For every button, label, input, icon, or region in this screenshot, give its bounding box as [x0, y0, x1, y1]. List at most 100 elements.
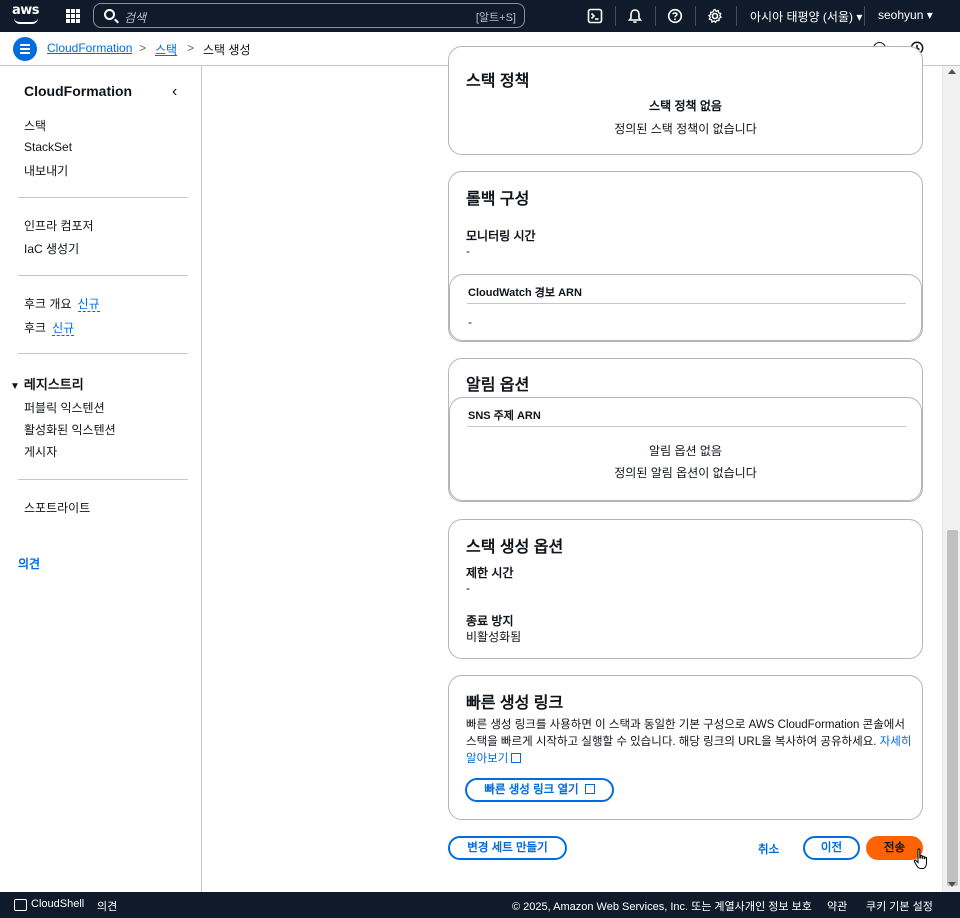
stack-creation-options-title: 스택 생성 옵션 [466, 539, 564, 556]
sidebar-divider [18, 353, 188, 354]
new-badge: 신규 [77, 297, 100, 312]
timeout-label: 제한 시간 [466, 566, 514, 580]
search-shortcut: [알트+S] [475, 12, 516, 24]
footer-terms-link[interactable]: 약관 [827, 898, 847, 914]
footer-privacy-link[interactable]: 개인 정보 보호 [745, 898, 812, 914]
top-navigation: aws 검색 [알트+S] 아시아 태평양 (서울) ▾ seohyun ▾ [0, 0, 960, 32]
monitoring-time-label: 모니터링 시간 [466, 229, 536, 243]
side-navigation-toggle[interactable] [13, 37, 37, 61]
create-change-set-button[interactable]: 변경 세트 만들기 [448, 836, 567, 860]
search-placeholder: 검색 [124, 11, 147, 25]
external-link-icon [511, 753, 522, 763]
stack-policy-title: 스택 정책 [466, 73, 530, 90]
stack-creation-options-card: 스택 생성 옵션 제한 시간 - 종료 방지 비활성화됨 [448, 519, 923, 659]
page-scrollbar[interactable] [942, 66, 960, 892]
notification-options-title: 알림 옵션 [466, 377, 530, 394]
sidebar-item-hooks[interactable]: 후크 신규 [24, 319, 75, 336]
sidebar-item-activated-extensions[interactable]: 활성화된 익스텐션 [24, 421, 116, 438]
cloudwatch-alarm-table: CloudWatch 경보 ARN - [449, 274, 922, 341]
breadcrumb-stacks[interactable]: 스택 [155, 41, 177, 58]
notification-empty-title: 알림 옵션 없음 [649, 444, 722, 458]
quick-create-link-description: 빠른 생성 링크를 사용하면 이 스택과 동일한 기본 구성으로 AWS Clo… [466, 717, 912, 768]
notification-empty-desc: 정의된 알림 옵션이 없습니다 [614, 466, 757, 480]
hand-pointer-cursor-icon [913, 848, 927, 869]
nav-divider [864, 6, 865, 26]
search-icon [104, 9, 115, 20]
sns-topic-table: SNS 주제 ARN 알림 옵션 없음 정의된 알림 옵션이 없습니다 [449, 397, 922, 501]
sidebar-title[interactable]: CloudFormation [24, 83, 132, 99]
stack-policy-empty-title: 스택 정책 없음 [649, 99, 722, 113]
quick-create-desc-text: 빠른 생성 링크를 사용하면 이 스택과 동일한 기본 구성으로 AWS Clo… [466, 719, 905, 748]
sidebar-item-iac-generator[interactable]: IaC 생성기 [24, 240, 79, 257]
search-input[interactable]: 검색 [알트+S] [93, 3, 525, 28]
breadcrumb-current: 스택 생성 [203, 43, 251, 57]
nav-divider [615, 6, 616, 26]
sidebar-divider [18, 197, 188, 198]
side-navigation: CloudFormation ‹ 스택 StackSet 내보내기 인프라 컴포… [0, 66, 202, 892]
sidebar-section-registry[interactable]: ▼ 레지스트리 [10, 374, 84, 393]
sidebar-item-stacksets[interactable]: StackSet [24, 140, 72, 154]
footer-feedback-link[interactable]: 의견 [97, 898, 117, 914]
table-divider [467, 426, 906, 427]
rollback-config-card: 롤백 구성 모니터링 시간 - CloudWatch 경보 ARN - [448, 171, 923, 342]
breadcrumb-separator-icon: > [187, 41, 195, 55]
account-menu[interactable]: seohyun ▾ [878, 8, 933, 22]
open-quick-create-link-button[interactable]: 빠른 생성 링크 열기 [465, 778, 614, 802]
previous-button[interactable]: 이전 [803, 836, 860, 860]
stack-policy-empty-desc: 정의된 스택 정책이 없습니다 [614, 122, 757, 136]
aws-logo-text: aws [12, 3, 40, 18]
help-icon[interactable] [667, 8, 683, 24]
services-grid-icon[interactable] [66, 9, 80, 23]
breadcrumb-cloudformation[interactable]: CloudFormation [47, 41, 132, 55]
footer-copyright: © 2025, Amazon Web Services, Inc. 또는 계열사… [512, 901, 748, 913]
registry-label: 레지스트리 [23, 377, 84, 392]
sidebar-feedback-link[interactable]: 의견 [18, 555, 40, 572]
aws-smile-icon [14, 18, 38, 24]
sidebar-item-stacks[interactable]: 스택 [24, 117, 46, 134]
aws-logo[interactable]: aws [12, 4, 44, 28]
caret-down-icon: ▼ [10, 381, 20, 392]
nav-divider [695, 6, 696, 26]
nav-divider [655, 6, 656, 26]
sidebar-item-hooks-overview[interactable]: 후크 개요 신규 [24, 295, 100, 312]
collapse-sidebar-icon[interactable]: ‹ [172, 83, 177, 101]
scroll-down-arrow-icon[interactable] [948, 882, 956, 887]
termination-protection-label: 종료 방지 [466, 614, 514, 628]
timeout-value: - [466, 581, 470, 595]
sidebar-item-exports[interactable]: 내보내기 [24, 162, 68, 179]
cloudshell-footer-icon[interactable] [14, 899, 27, 911]
hooks-overview-label: 후크 개요 [24, 297, 72, 311]
footer-cookie-preferences-link[interactable]: 쿠키 기본 설정 [866, 898, 933, 914]
footer-cloudshell-link[interactable]: CloudShell [31, 898, 84, 910]
sidebar-divider [18, 275, 188, 276]
breadcrumb-separator-icon: > [139, 41, 147, 55]
stack-policy-card: 스택 정책 스택 정책 없음 정의된 스택 정책이 없습니다 [448, 46, 923, 155]
sidebar-item-public-extensions[interactable]: 퍼블릭 익스텐션 [24, 399, 105, 416]
scroll-up-arrow-icon[interactable] [948, 69, 956, 74]
hooks-label: 후크 [24, 321, 47, 335]
notifications-bell-icon[interactable] [627, 8, 643, 24]
cloudwatch-alarm-value: - [468, 315, 472, 329]
sidebar-item-spotlight[interactable]: 스포트라이트 [24, 499, 90, 516]
table-divider [467, 303, 906, 304]
sns-topic-header: SNS 주제 ARN [468, 410, 541, 422]
cancel-button[interactable]: 취소 [758, 841, 779, 857]
scroll-thumb[interactable] [947, 530, 958, 886]
footer-bar: CloudShell 의견 © 2025, Amazon Web Service… [0, 892, 960, 918]
notification-options-card: 알림 옵션 SNS 주제 ARN 알림 옵션 없음 정의된 알림 옵션이 없습니… [448, 358, 923, 502]
cloudwatch-alarm-header: CloudWatch 경보 ARN [468, 287, 582, 299]
sidebar-item-publisher[interactable]: 게시자 [24, 443, 57, 460]
settings-gear-icon[interactable] [707, 8, 723, 24]
sidebar-item-infrastructure-composer[interactable]: 인프라 컴포저 [24, 217, 94, 234]
open-quick-create-link-label: 빠른 생성 링크 열기 [484, 784, 579, 796]
cloudshell-icon[interactable] [587, 8, 603, 24]
new-badge: 신규 [52, 321, 75, 336]
monitoring-time-value: - [466, 244, 470, 258]
rollback-config-title: 롤백 구성 [466, 191, 530, 208]
region-selector[interactable]: 아시아 태평양 (서울) ▾ [750, 8, 862, 25]
quick-create-link-title: 빠른 생성 링크 [466, 695, 564, 712]
termination-protection-value: 비활성화됨 [466, 630, 522, 644]
nav-divider [736, 6, 737, 26]
quick-create-link-card: 빠른 생성 링크 빠른 생성 링크를 사용하면 이 스택과 동일한 기본 구성으… [448, 675, 923, 820]
external-link-icon [584, 784, 595, 794]
